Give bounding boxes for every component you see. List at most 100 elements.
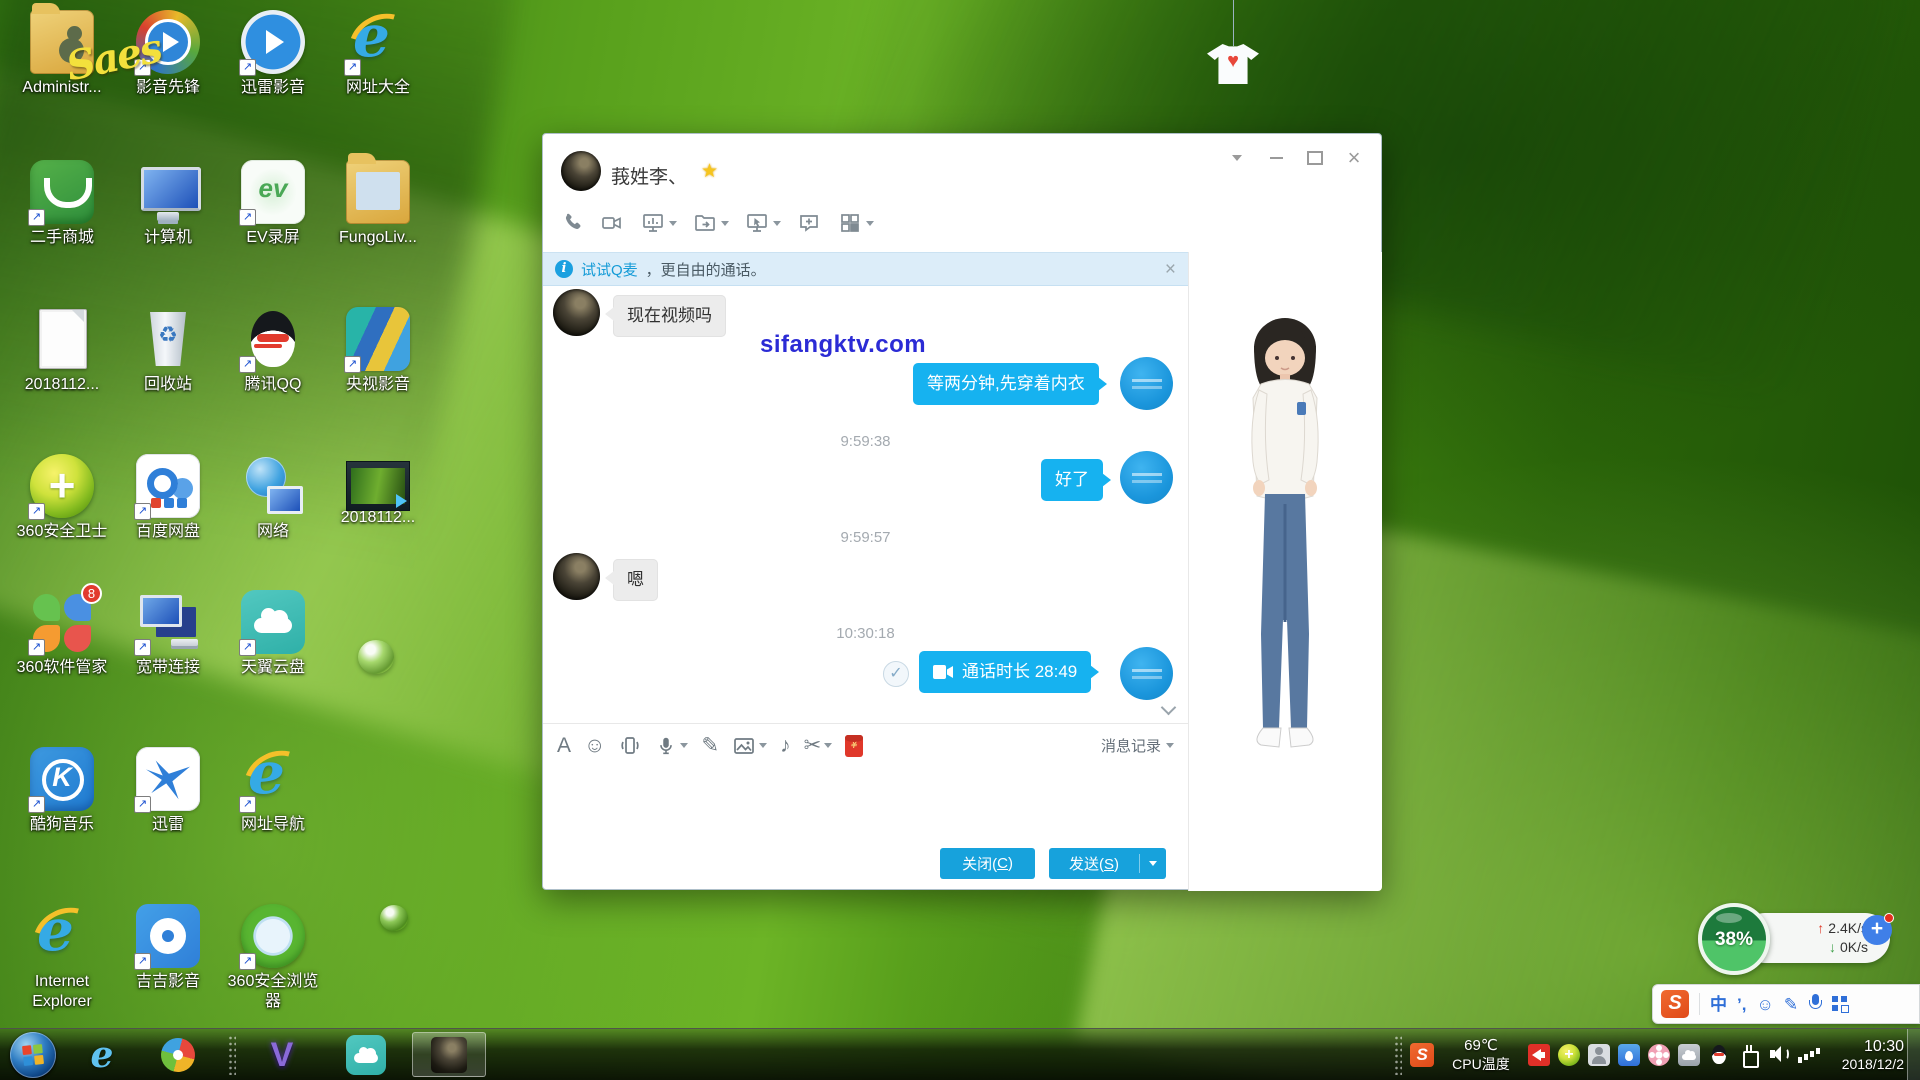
desktop-icon-url-daquan[interactable]: 网址大全 — [328, 10, 428, 98]
taskbar-cloud-button[interactable] — [344, 1035, 388, 1075]
voice-message-button[interactable] — [655, 734, 688, 758]
tray-cloud-icon[interactable] — [1678, 1044, 1700, 1066]
dropdown-caret[interactable] — [866, 221, 874, 226]
self-avatar[interactable] — [1120, 357, 1173, 410]
emoji-button[interactable]: ☺ — [584, 735, 605, 756]
desktop-icon-video-file[interactable]: 2018112... — [328, 454, 428, 528]
desktop-icon-fungolive-folder[interactable]: FungoLiv... — [328, 160, 428, 248]
window-shake-button[interactable] — [618, 734, 642, 758]
create-group-button[interactable] — [793, 208, 825, 238]
chinese-mode-button[interactable]: 中 — [1710, 996, 1727, 1013]
send-button-group[interactable]: 发送(S) — [1049, 848, 1166, 879]
start-button[interactable] — [10, 1032, 56, 1078]
screen-demo-button[interactable] — [637, 208, 680, 238]
tray-announcement-icon[interactable] — [1528, 1044, 1550, 1066]
desktop-icon-ev-capture[interactable]: EV录屏 — [223, 160, 323, 248]
emoji-panel-button[interactable]: ☺ — [1756, 996, 1773, 1013]
tray-drive-icon[interactable] — [1618, 1044, 1640, 1066]
clock[interactable]: 10:30 2018/12/2 — [1842, 1038, 1904, 1072]
message-input-area[interactable] — [543, 767, 1188, 835]
desktop-icon-broadband[interactable]: 宽带连接 — [118, 590, 218, 678]
music-button[interactable]: ♪ — [780, 735, 791, 756]
tray-360-shield-icon[interactable] — [1558, 1044, 1580, 1066]
remote-desktop-button[interactable] — [741, 208, 784, 238]
tray-qq-icon[interactable] — [1708, 1044, 1730, 1066]
banner-close-icon[interactable]: × — [1165, 260, 1176, 279]
desktop-icon-ershou-mall[interactable]: 二手商城 — [12, 160, 112, 248]
red-packet-button[interactable] — [845, 735, 863, 757]
close-window-button[interactable]: × — [1343, 148, 1365, 168]
self-avatar[interactable] — [1120, 451, 1173, 504]
desktop-icon-network[interactable]: 网络 — [223, 454, 323, 542]
message-history-button[interactable]: 消息记录 — [1101, 735, 1174, 756]
video-call-button[interactable] — [596, 208, 628, 238]
tray-sogou-icon[interactable]: S — [1410, 1043, 1434, 1067]
contact-avatar[interactable] — [561, 151, 601, 191]
desktop-icon-document[interactable]: 2018112... — [12, 307, 112, 395]
net-speed-widget[interactable]: ↑2.4K/s ↓0K/s 38% + — [1698, 903, 1894, 975]
dropdown-caret[interactable] — [1166, 743, 1174, 748]
show-desktop-button[interactable] — [1907, 1029, 1920, 1080]
screenshot-button[interactable]: ✂ — [804, 735, 833, 756]
font-button[interactable]: A — [557, 735, 571, 756]
toolbox-grid-icon[interactable] — [1832, 996, 1848, 1012]
dropdown-caret[interactable] — [680, 743, 688, 748]
self-avatar[interactable] — [1120, 647, 1173, 700]
desktop-icon-360-software[interactable]: 8 360软件管家 — [12, 590, 112, 678]
desktop-icon-kugou[interactable]: 酷狗音乐 — [12, 747, 112, 835]
desktop-icon-360-safe[interactable]: 360安全卫士 — [12, 454, 112, 542]
apps-button[interactable] — [834, 208, 877, 238]
maximize-button[interactable] — [1304, 148, 1326, 168]
tray-flower-icon[interactable] — [1648, 1044, 1670, 1066]
send-options-caret[interactable] — [1140, 861, 1166, 866]
dropdown-caret[interactable] — [669, 221, 677, 226]
tray-power-icon[interactable] — [1738, 1044, 1760, 1066]
voice-call-button[interactable] — [557, 208, 587, 238]
desktop-icon-xunlei[interactable]: 迅雷 — [118, 747, 218, 835]
qmic-link[interactable]: 试试Q麦 — [581, 259, 638, 280]
dropdown-caret[interactable] — [759, 743, 767, 748]
taskbar-vegas-button[interactable] — [260, 1035, 304, 1075]
taskbar-ie-button[interactable] — [80, 1035, 124, 1075]
shortcut-arrow-icon — [239, 356, 256, 373]
delivered-check-icon: ✓ — [883, 661, 909, 687]
call-record-bubble[interactable]: 通话时长 28:49 — [919, 651, 1091, 693]
desktop-icon-label: 二手商城 — [12, 228, 112, 248]
window-menu-button[interactable] — [1226, 148, 1248, 168]
tray-volume-icon[interactable] — [1768, 1044, 1790, 1066]
memory-ball[interactable]: 38% — [1698, 903, 1770, 975]
desktop-icon-baidu-pan[interactable]: 百度网盘 — [118, 454, 218, 542]
tray-user-icon[interactable] — [1588, 1044, 1610, 1066]
send-button[interactable]: 发送(S) — [1049, 853, 1139, 874]
send-image-button[interactable] — [732, 734, 767, 758]
punctuation-button[interactable]: ’, — [1737, 996, 1746, 1013]
desktop-icon-internet-explorer[interactable]: Internet Explorer — [12, 904, 112, 1011]
scroll-to-bottom-icon[interactable] — [1160, 701, 1178, 715]
dropdown-caret[interactable] — [721, 221, 729, 226]
handwriting-button[interactable]: ✎ — [701, 735, 719, 756]
minimize-button[interactable] — [1265, 148, 1287, 168]
taskbar-sogou-button[interactable] — [156, 1035, 200, 1075]
desktop-icon-nav-site[interactable]: 网址导航 — [223, 747, 323, 835]
dropdown-caret[interactable] — [773, 221, 781, 226]
desktop-icon-tianyi-cloud[interactable]: 天翼云盘 — [223, 590, 323, 678]
contact-avatar[interactable] — [553, 553, 600, 600]
desktop-icon-jiji-player[interactable]: 吉吉影音 — [118, 904, 218, 992]
send-file-button[interactable] — [689, 208, 732, 238]
desktop-icon-recycle-bin[interactable]: 回收站 — [118, 307, 218, 395]
voice-input-icon[interactable] — [1808, 994, 1822, 1014]
contact-avatar[interactable] — [553, 289, 600, 336]
taskbar: S 69℃ CPU温度 10:30 2018/12/2 — [0, 1028, 1920, 1080]
close-chat-button[interactable]: 关闭(C) — [940, 848, 1035, 879]
desktop-icon-tencent-qq[interactable]: 腾讯QQ — [223, 307, 323, 395]
desktop-icon-computer[interactable]: 计算机 — [118, 160, 218, 248]
tray-network-signal-icon[interactable] — [1798, 1044, 1822, 1066]
accelerate-button[interactable]: + — [1862, 915, 1892, 945]
sogou-logo-icon[interactable]: S — [1661, 990, 1689, 1018]
desktop-icon-cctv-video[interactable]: 央视影音 — [328, 307, 428, 395]
taskbar-active-qq-window[interactable] — [412, 1032, 486, 1077]
dropdown-caret[interactable] — [824, 743, 832, 748]
handwriting-pad-button[interactable]: ✎ — [1784, 996, 1798, 1013]
desktop-icon-360-browser[interactable]: 360安全浏览器 — [223, 904, 323, 1011]
desktop-icon-xunlei-player[interactable]: 迅雷影音 — [223, 10, 323, 98]
